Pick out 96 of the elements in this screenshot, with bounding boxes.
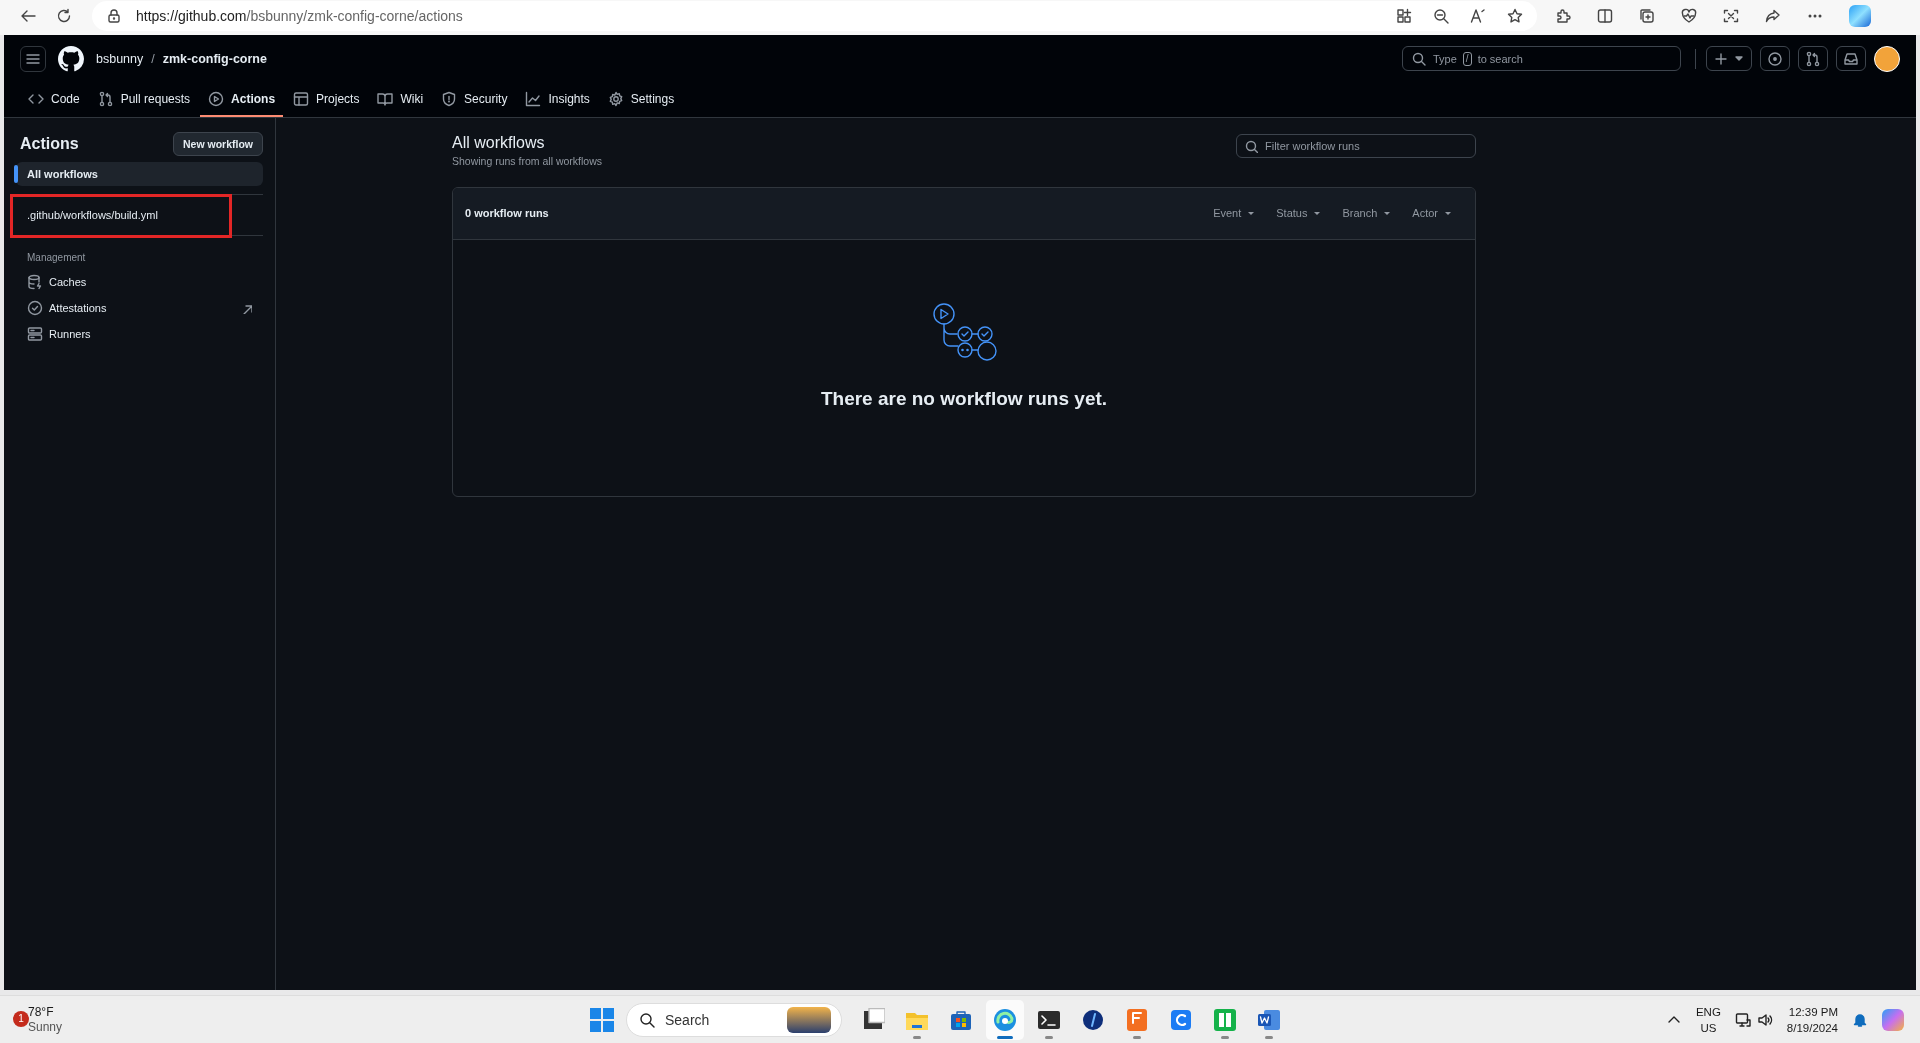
repo-tab[interactable]: Pull requests <box>89 82 199 117</box>
c-letter-icon <box>1169 1007 1193 1032</box>
inbox-icon <box>1843 50 1859 67</box>
inbox-button[interactable] <box>1836 46 1866 72</box>
search-icon <box>1411 50 1427 67</box>
pull-request-icon <box>1805 50 1821 67</box>
selection-bar <box>14 164 18 183</box>
search-hint: to search <box>1477 52 1523 65</box>
repo-tab[interactable]: Projects <box>285 82 368 117</box>
run-count: 0 workflow runs <box>465 207 550 220</box>
task-view-icon <box>861 1007 885 1032</box>
filter-dropdown[interactable]: Status <box>1276 207 1323 220</box>
breadcrumb-separator: / <box>151 51 155 66</box>
share-icon[interactable] <box>1765 7 1781 24</box>
repo-tab[interactable]: Wiki <box>369 82 432 117</box>
clock[interactable]: 12:39 PM 8/19/2024 <box>1786 1003 1838 1036</box>
speaker-icon[interactable] <box>1756 1011 1773 1028</box>
filter-dropdown[interactable]: Actor <box>1412 207 1453 220</box>
language-code: ENG <box>1695 1004 1721 1020</box>
repo-tab[interactable]: Insights <box>517 82 598 117</box>
management-item[interactable]: Attestations <box>16 294 263 321</box>
two-column-app-icon <box>1213 1007 1237 1032</box>
search-hint: Type <box>1433 52 1457 65</box>
section-heading: Management <box>26 250 87 265</box>
f-letter-app-icon <box>1125 1007 1149 1032</box>
play-circle-icon <box>208 90 225 107</box>
copilot-icon[interactable] <box>1849 4 1871 27</box>
repository-link[interactable]: zmk-config-corne <box>162 51 267 66</box>
check-circle-icon <box>27 299 43 316</box>
github-logo-icon[interactable] <box>58 45 84 72</box>
windows-start-icon[interactable] <box>590 1007 614 1032</box>
filter-field[interactable]: Filter workflow runs <box>1236 133 1476 158</box>
search-icon <box>1244 138 1258 153</box>
owner-link[interactable]: bsbunny <box>96 51 144 66</box>
weather-condition: Sunny <box>28 1019 63 1035</box>
repo-tab[interactable]: Code <box>20 82 88 117</box>
avatar[interactable] <box>1874 45 1900 72</box>
page-subtitle: Showing runs from all workflows <box>452 154 602 167</box>
pull-request-icon <box>97 90 114 107</box>
plus-icon <box>1713 50 1727 67</box>
workflow-item[interactable]: All workflows <box>16 161 263 186</box>
landscape-picture <box>787 1006 831 1033</box>
date: 8/19/2024 <box>1786 1020 1838 1036</box>
language-indicator[interactable]: ENG US <box>1695 1003 1721 1036</box>
puzzle-icon[interactable] <box>1555 7 1571 24</box>
browser-swirl-icon <box>993 1007 1017 1032</box>
pull-requests-button[interactable] <box>1798 46 1828 72</box>
screenshot-icon[interactable] <box>1723 7 1739 24</box>
collections-icon[interactable] <box>1639 7 1655 24</box>
taskbar-search-field[interactable]: Search <box>626 1002 842 1037</box>
reload-icon[interactable] <box>56 7 72 24</box>
search-placeholder: Search <box>665 1011 710 1028</box>
filter-dropdown[interactable]: Event <box>1213 207 1257 220</box>
new-workflow-button[interactable]: New workflow <box>173 131 263 156</box>
document-w-icon <box>1257 1007 1281 1032</box>
book-icon <box>377 90 394 107</box>
database-icon <box>27 273 43 290</box>
search-field[interactable]: Type / to search <box>1402 46 1681 72</box>
region-code: US <box>1700 1020 1717 1036</box>
line-graph-icon <box>525 90 542 107</box>
search-icon <box>639 1011 655 1028</box>
issue-circle-icon <box>1767 50 1783 67</box>
network-monitor-icon[interactable] <box>1734 1011 1751 1028</box>
management-item[interactable]: Runners <box>16 320 263 347</box>
issues-button[interactable] <box>1760 46 1790 72</box>
empty-state-message: There are no workflow runs yet. <box>820 387 1108 410</box>
repo-tab[interactable]: Security <box>433 82 516 117</box>
zoom-out-icon[interactable] <box>1433 7 1449 24</box>
shield-icon <box>441 90 458 107</box>
keyboard-key: / <box>1462 51 1472 66</box>
read-aloud-icon[interactable] <box>1470 7 1486 24</box>
workflow-item[interactable]: .github/workflows/build.yml <box>16 202 263 227</box>
menu-button[interactable] <box>20 45 46 72</box>
star-icon[interactable] <box>1507 7 1523 24</box>
disc-icon <box>1081 1007 1105 1032</box>
filter-dropdown[interactable]: Branch <box>1342 207 1393 220</box>
notification-badge: 1 <box>13 1010 29 1027</box>
time: 12:39 PM <box>1788 1004 1838 1020</box>
temperature: 78°F <box>28 1004 55 1020</box>
bell-icon[interactable] <box>1852 1011 1868 1028</box>
app-grid-icon[interactable] <box>1396 7 1412 24</box>
page-title: All workflows <box>452 133 546 152</box>
create-new-button[interactable] <box>1706 46 1752 72</box>
address-bar[interactable]: https://github.com/bsbunny/zmk-config-corne/actions <box>92 0 1537 31</box>
table-icon <box>293 90 310 107</box>
url-text: https://github.com/bsbunny/zmk-config-corne/actions <box>136 7 463 24</box>
repo-tab[interactable]: Settings <box>599 82 683 117</box>
server-icon <box>27 325 43 342</box>
heart-pulse-icon[interactable] <box>1681 7 1697 24</box>
split-screen-icon[interactable] <box>1597 7 1613 24</box>
copilot-icon[interactable] <box>1882 1008 1904 1031</box>
management-item[interactable]: Caches <box>16 268 263 295</box>
settings-icon <box>607 90 624 107</box>
repo-tab[interactable]: Actions <box>200 82 284 117</box>
sidebar-title: Actions <box>20 134 79 153</box>
lock-icon <box>106 7 122 24</box>
